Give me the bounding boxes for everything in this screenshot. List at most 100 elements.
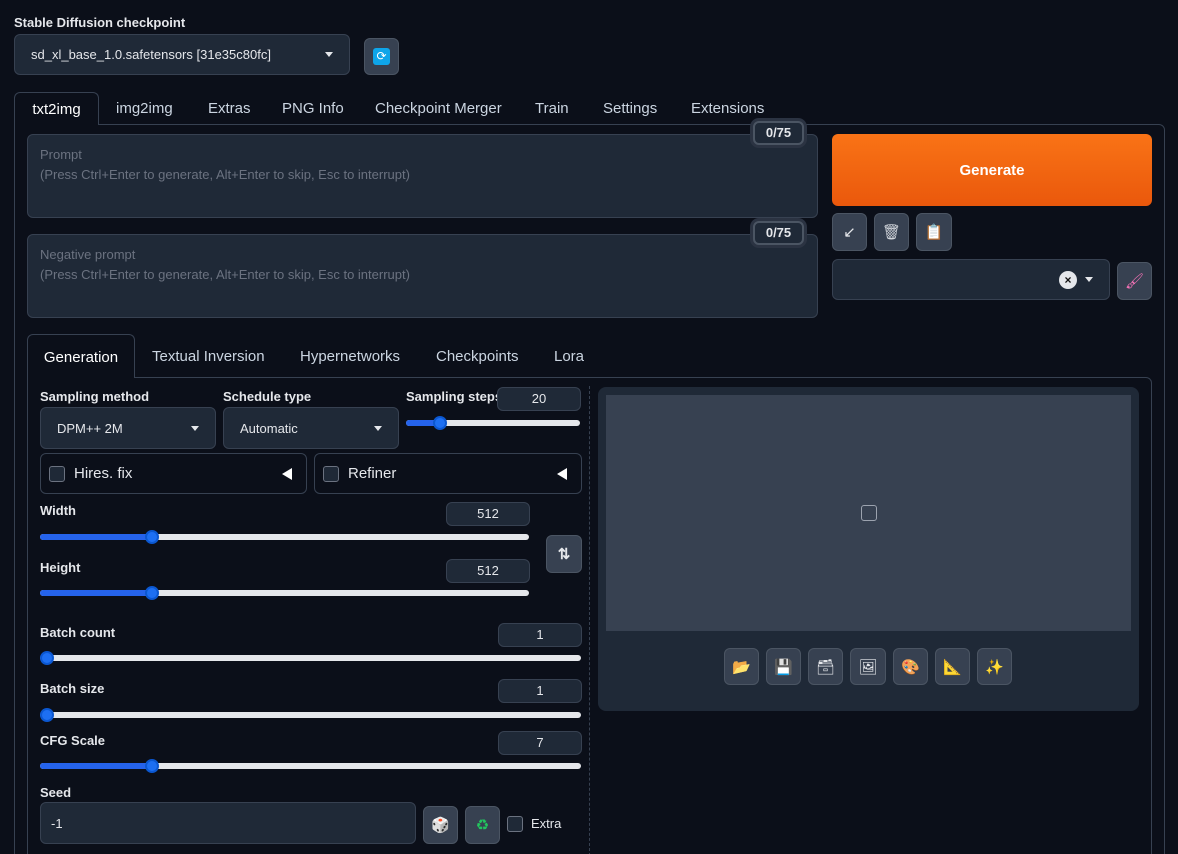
batch-size-slider[interactable] (40, 708, 581, 722)
prompt-label: Prompt (40, 147, 82, 162)
clipboard-button[interactable]: 📋 (916, 213, 952, 251)
swap-icon: ⇅ (557, 546, 571, 563)
tab-generation[interactable]: Generation (27, 334, 135, 378)
palette-icon: 🎨 (901, 658, 920, 676)
tab-hypernetworks[interactable]: Hypernetworks (300, 348, 400, 365)
sampling-method-dropdown[interactable]: DPM++ 2M (40, 407, 216, 449)
slider-fill (40, 763, 149, 769)
slider-fill (40, 590, 148, 596)
tab-extensions[interactable]: Extensions (691, 100, 764, 117)
tab-textual-inversion[interactable]: Textual Inversion (152, 348, 265, 365)
slider-thumb[interactable] (40, 708, 54, 722)
cfg-scale-slider[interactable] (40, 759, 581, 773)
hires-fix-label: Hires. fix (74, 465, 133, 482)
seed-label: Seed (40, 785, 72, 800)
tab-extras[interactable]: Extras (208, 100, 251, 117)
seed-input[interactable]: -1 (40, 802, 416, 844)
batch-count-input[interactable]: 1 (498, 623, 582, 647)
zip-button[interactable]: 🗃 (808, 648, 843, 685)
chevron-down-icon (1085, 277, 1093, 282)
image-preview (606, 395, 1131, 631)
checkpoint-value: sd_xl_base_1.0.safetensors [31e35c80fc] (31, 47, 271, 62)
sampling-method-label: Sampling method (40, 389, 150, 404)
tab-checkpoint-merger[interactable]: Checkpoint Merger (375, 100, 502, 117)
clipboard-icon: 📋 (924, 224, 944, 241)
batch-size-input[interactable]: 1 (498, 679, 582, 703)
trash-button[interactable]: 🗑 (874, 213, 909, 251)
slider-thumb[interactable] (144, 586, 159, 600)
height-label: Height (40, 560, 81, 575)
checkpoint-label: Stable Diffusion checkpoint (14, 15, 186, 30)
brush-icon: 🖌 (1124, 273, 1145, 290)
negative-token-counter: 0/75 (753, 221, 804, 245)
slider-thumb[interactable] (144, 530, 159, 544)
batch-count-label: Batch count (40, 625, 116, 640)
styles-dropdown[interactable]: × (832, 259, 1110, 300)
save-button[interactable]: 💾 (766, 648, 801, 685)
height-input[interactable]: 512 (446, 559, 530, 583)
column-divider (589, 386, 590, 854)
schedule-type-dropdown[interactable]: Automatic (223, 407, 399, 449)
send-to-inpaint-button[interactable]: 🎨 (893, 648, 928, 685)
swap-dimensions-button[interactable]: ⇅ (546, 535, 582, 573)
recycle-icon: ♻ (475, 817, 490, 834)
cfg-scale-label: CFG Scale (40, 733, 106, 748)
upscale-button[interactable]: ✨ (977, 648, 1012, 685)
tab-txt2img[interactable]: txt2img (14, 92, 99, 125)
read-params-button[interactable]: ↙ (832, 213, 867, 251)
extra-seed-checkbox[interactable] (507, 816, 523, 832)
sampling-steps-input[interactable]: 20 (497, 387, 581, 411)
tab-checkpoints[interactable]: Checkpoints (436, 348, 519, 365)
width-slider[interactable] (40, 530, 529, 544)
tab-train[interactable]: Train (535, 100, 569, 117)
edit-styles-button[interactable]: 🖌 (1117, 262, 1152, 300)
sampling-steps-slider[interactable] (406, 416, 580, 430)
image-icon (860, 505, 877, 521)
reuse-seed-button[interactable]: ♻ (465, 806, 500, 844)
send-to-extras-button[interactable]: 📐 (935, 648, 970, 685)
dice-icon: 🎲 (431, 817, 450, 834)
random-seed-button[interactable]: 🎲 (423, 806, 458, 844)
tab-settings[interactable]: Settings (603, 100, 657, 117)
prompt-textarea[interactable]: Prompt (Press Ctrl+Enter to generate, Al… (27, 134, 818, 218)
refiner-checkbox[interactable] (323, 465, 339, 482)
seed-value: -1 (51, 815, 63, 831)
prompt-hint: (Press Ctrl+Enter to generate, Alt+Enter… (40, 167, 410, 182)
tab-lora[interactable]: Lora (554, 348, 584, 365)
trash-icon: 🗑 (881, 224, 902, 241)
tab-png-info[interactable]: PNG Info (282, 100, 344, 117)
sparkles-icon: ✨ (985, 658, 1004, 676)
checkpoint-dropdown[interactable]: sd_xl_base_1.0.safetensors [31e35c80fc] (14, 34, 350, 75)
width-input[interactable]: 512 (446, 502, 530, 526)
tab-img2img[interactable]: img2img (116, 100, 173, 117)
slider-fill (406, 420, 436, 426)
triangle-left-icon (557, 467, 567, 480)
slider-thumb[interactable] (40, 651, 54, 665)
chevron-down-icon (191, 425, 199, 431)
refresh-checkpoint-button[interactable]: ⟳ (364, 38, 399, 75)
height-slider[interactable] (40, 586, 529, 600)
negative-prompt-textarea[interactable]: Negative prompt (Press Ctrl+Enter to gen… (27, 234, 818, 318)
slider-fill (40, 534, 148, 540)
chevron-down-icon (325, 52, 333, 57)
folder-icon: 📂 (732, 658, 751, 676)
open-folder-button[interactable]: 📂 (724, 648, 759, 685)
triangle-ruler-icon: 📐 (943, 658, 962, 676)
refiner-accordion[interactable]: Refiner (314, 453, 582, 494)
clear-icon[interactable]: × (1059, 270, 1077, 289)
sampling-steps-label: Sampling steps (406, 389, 503, 404)
batch-size-label: Batch size (40, 681, 105, 696)
send-to-img2img-button[interactable]: 🖼 (850, 648, 886, 685)
negative-prompt-label: Negative prompt (40, 247, 136, 262)
prompt-token-counter: 0/75 (753, 121, 804, 145)
width-label: Width (40, 503, 76, 518)
hires-fix-checkbox[interactable] (49, 465, 65, 482)
generate-button[interactable]: Generate (832, 134, 1152, 206)
extra-seed-label: Extra (531, 816, 562, 831)
schedule-type-value: Automatic (240, 420, 298, 436)
batch-count-slider[interactable] (40, 651, 581, 665)
hires-fix-accordion[interactable]: Hires. fix (40, 453, 307, 494)
sampling-method-value: DPM++ 2M (57, 420, 123, 436)
cfg-scale-input[interactable]: 7 (498, 731, 582, 755)
save-icon: 💾 (774, 658, 793, 676)
